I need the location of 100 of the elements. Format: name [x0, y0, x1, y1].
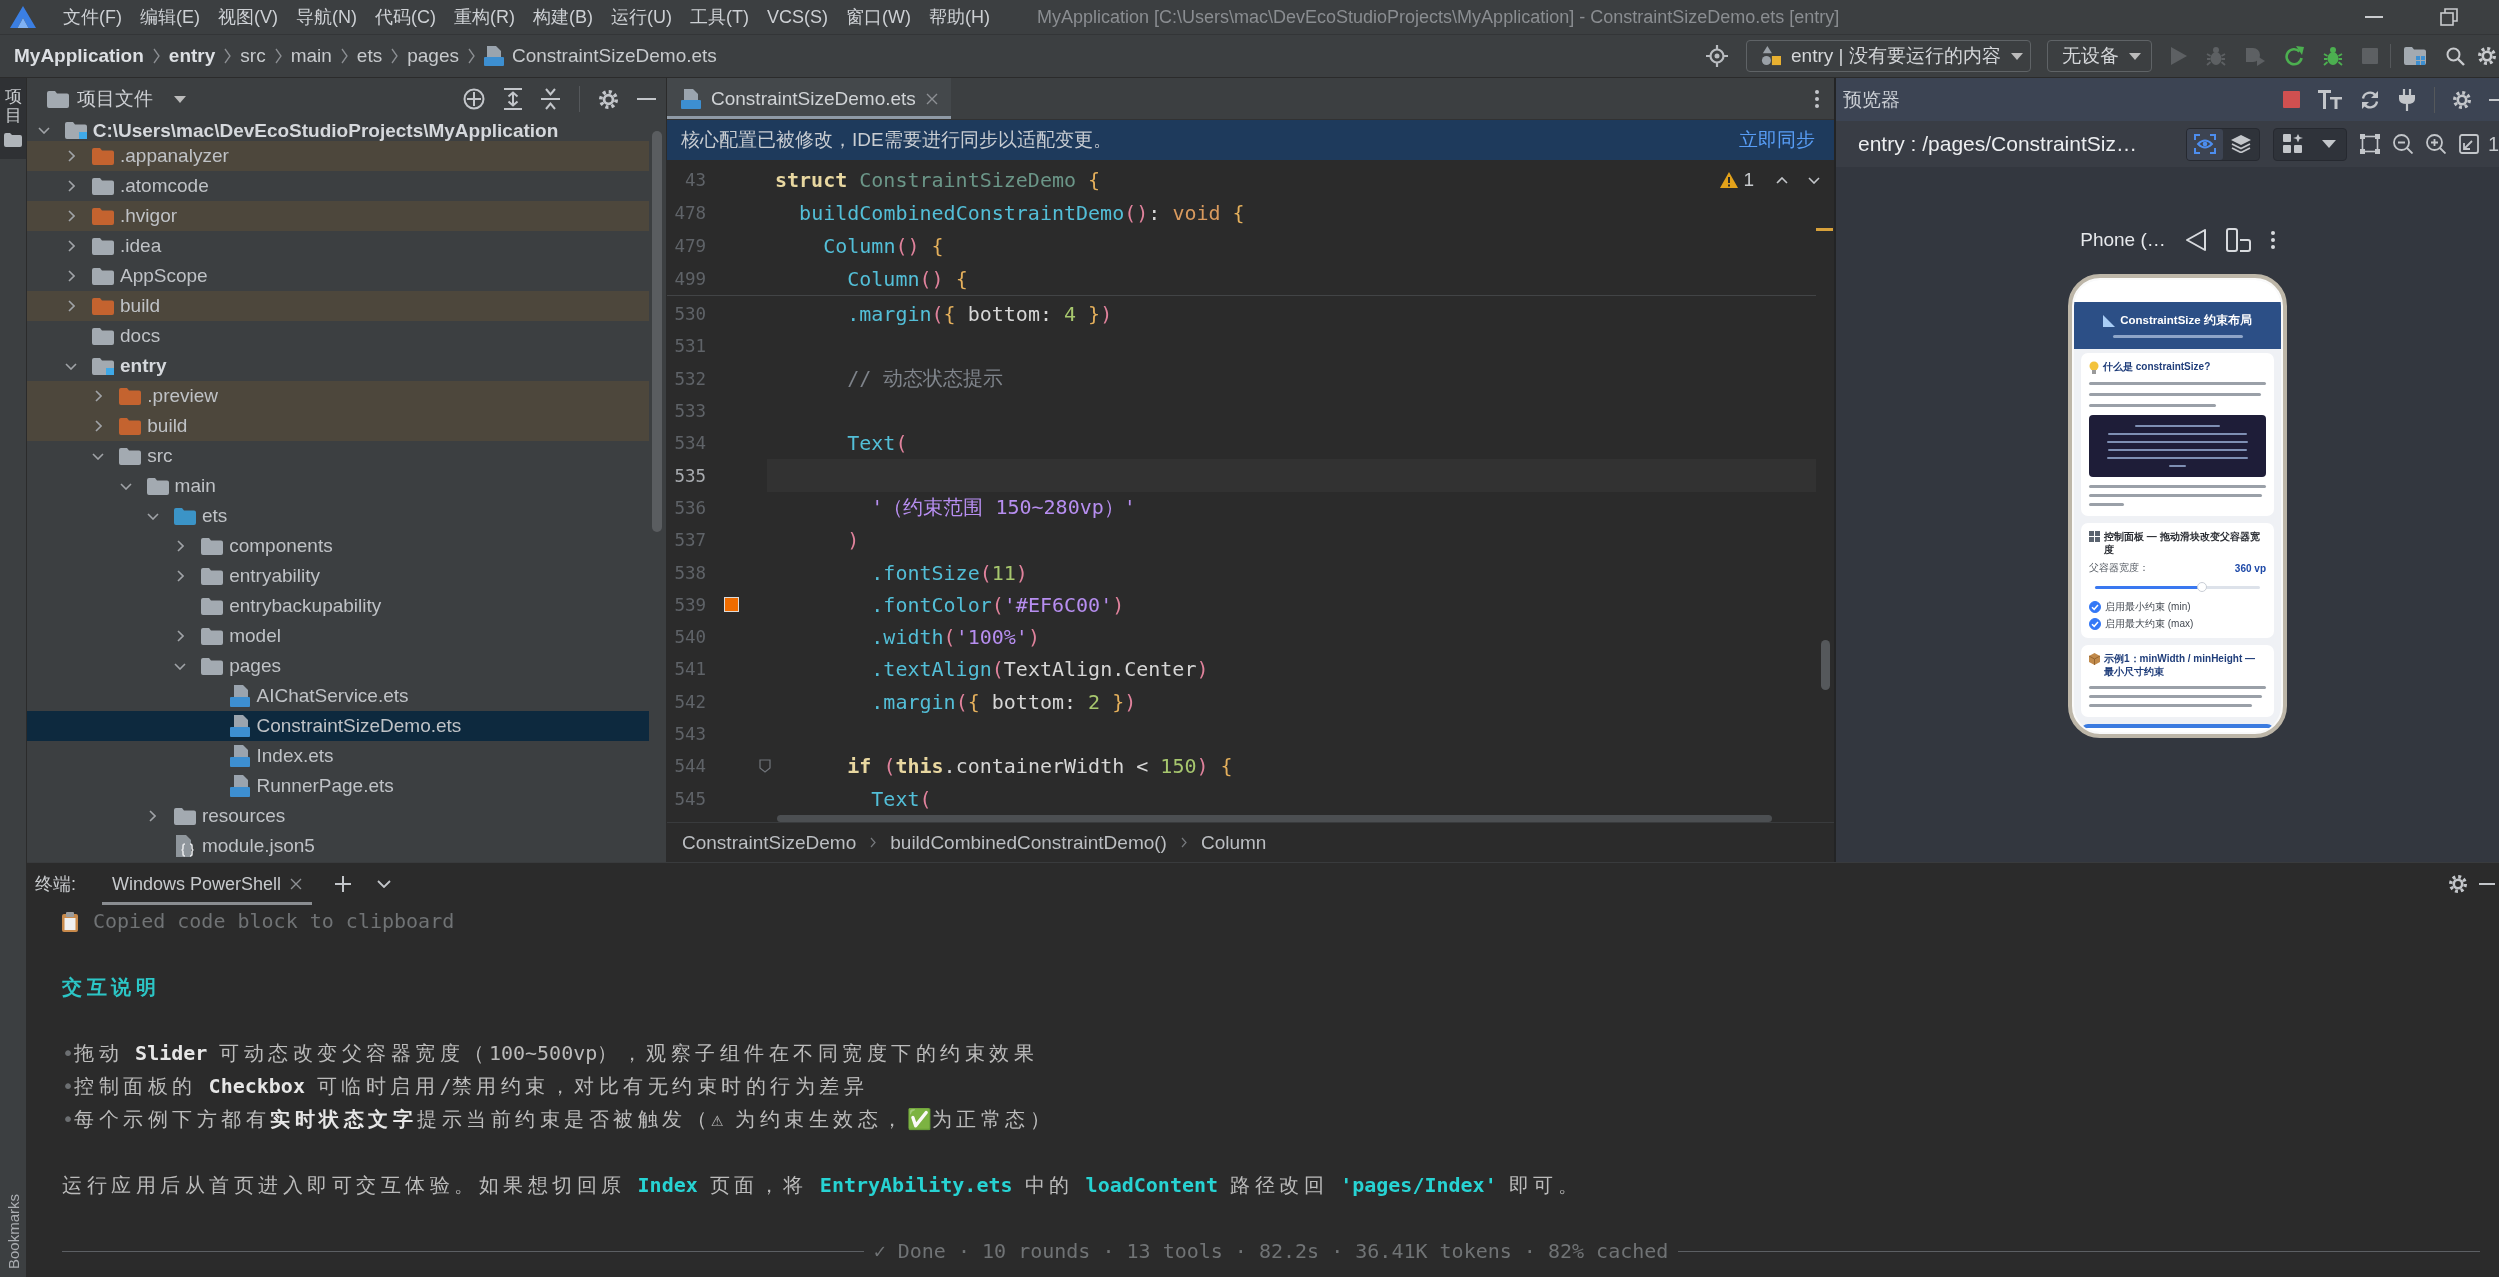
menu-item[interactable]: 视图(V)	[209, 5, 287, 29]
breadcrumb-item[interactable]: ets	[356, 45, 383, 67]
menu-item[interactable]: 构建(B)	[524, 5, 602, 29]
view-dropdown[interactable]: 项目文件	[47, 86, 186, 112]
rotate-device-icon[interactable]	[2225, 228, 2251, 252]
tree-item[interactable]: docs	[27, 321, 649, 351]
bug-icon[interactable]	[2323, 46, 2343, 66]
tree-item[interactable]: .appanalyzer	[27, 141, 649, 171]
tree-item[interactable]: model	[27, 621, 649, 651]
restore-icon[interactable]	[2440, 8, 2458, 26]
menu-item[interactable]: 导航(N)	[287, 5, 366, 29]
scrollbar-thumb[interactable]	[1821, 640, 1830, 690]
menu-item[interactable]: 窗口(W)	[837, 5, 920, 29]
chevron-down-icon[interactable]	[146, 512, 159, 520]
tree-item[interactable]: .hvigor	[27, 201, 649, 231]
menu-item[interactable]: VCS(S)	[757, 6, 837, 28]
add-icon[interactable]	[335, 876, 352, 892]
tool-window-tab[interactable]: Bookmarks	[4, 1193, 22, 1269]
folder-icon[interactable]	[2404, 47, 2426, 65]
problems-button[interactable]: 1	[1720, 169, 1754, 191]
inspector-button[interactable]	[2186, 128, 2223, 160]
expand-all-icon[interactable]	[504, 88, 522, 110]
tree-item[interactable]: build	[27, 291, 649, 321]
minimize-icon[interactable]	[2489, 98, 2499, 101]
slider-thumb[interactable]	[2197, 582, 2208, 592]
tool-window-tab[interactable]: 项目	[0, 78, 26, 160]
chevron-down-icon[interactable]	[1808, 176, 1820, 184]
zoom-out-icon[interactable]	[2392, 134, 2413, 154]
settings-icon[interactable]	[2478, 47, 2496, 65]
tree-item[interactable]: AppScope	[27, 261, 649, 291]
breadcrumb-item[interactable]: MyApplication	[14, 45, 144, 67]
chevron-right-icon[interactable]	[176, 540, 184, 552]
warning-marker-icon[interactable]	[1816, 228, 1833, 231]
text-size-icon[interactable]	[2318, 90, 2342, 109]
chevron-right-icon[interactable]	[176, 630, 184, 642]
breadcrumb-item[interactable]: buildCombinedConstraintDemo()	[890, 831, 1167, 854]
breadcrumb-item[interactable]: ConstraintSizeDemo	[682, 831, 857, 854]
breadcrumb-item[interactable]: src	[240, 45, 266, 67]
tree-item[interactable]: components	[27, 531, 649, 561]
tree-item[interactable]: .idea	[27, 231, 649, 261]
collapse-all-icon[interactable]	[541, 88, 560, 110]
sync-link[interactable]: 立即同步	[1739, 127, 1815, 153]
close-icon[interactable]	[290, 878, 303, 890]
menu-item[interactable]: 工具(T)	[681, 5, 758, 29]
menu-item[interactable]: 代码(C)	[366, 5, 445, 29]
frame-icon[interactable]	[2359, 134, 2380, 154]
chevron-right-icon[interactable]	[67, 210, 75, 222]
chevron-right-icon[interactable]	[94, 420, 102, 432]
scrollbar-thumb[interactable]	[777, 814, 1772, 822]
settings-icon[interactable]	[2453, 90, 2471, 109]
tree-item[interactable]: AIChatService.ets	[27, 681, 649, 711]
crosshair-icon[interactable]	[463, 88, 485, 110]
chevron-down-icon[interactable]	[92, 452, 105, 460]
device-selector[interactable]: Phone (…	[2080, 229, 2166, 251]
chevron-right-icon[interactable]	[67, 240, 75, 252]
chevron-up-icon[interactable]	[1776, 176, 1788, 184]
tree-item[interactable]: entry	[27, 351, 649, 381]
tree-item[interactable]: src	[27, 441, 649, 471]
refresh-icon[interactable]	[2360, 89, 2380, 110]
search-icon[interactable]	[2446, 46, 2465, 66]
tree-item[interactable]: main	[27, 471, 649, 501]
chevron-right-icon[interactable]	[67, 180, 75, 192]
fold-icon[interactable]	[759, 759, 771, 774]
fit-screen-icon[interactable]	[2458, 134, 2479, 154]
more-icon[interactable]	[2270, 231, 2275, 249]
run-config-dropdown[interactable]: entry | 没有要运行的内容	[1746, 40, 2031, 72]
tree-item[interactable]: ConstraintSizeDemo.ets	[27, 711, 649, 741]
tree-item[interactable]: Index.ets	[27, 741, 649, 771]
chevron-right-icon[interactable]	[67, 270, 75, 282]
tree-item[interactable]: .atomcode	[27, 171, 649, 201]
chevron-down-icon[interactable]	[119, 482, 132, 490]
zoom-level[interactable]: 1	[2487, 132, 2499, 156]
tree-item[interactable]: module.json5	[27, 831, 649, 861]
color-swatch-icon[interactable]	[724, 597, 739, 613]
chevron-right-icon[interactable]	[176, 570, 184, 582]
component-dropdown[interactable]	[2272, 127, 2347, 161]
close-icon[interactable]	[925, 92, 938, 105]
chevron-down-icon[interactable]	[174, 662, 187, 670]
zoom-in-icon[interactable]	[2425, 134, 2446, 154]
breadcrumb-item[interactable]: ConstraintSizeDemo.ets	[483, 45, 717, 67]
tree-item[interactable]: pages	[27, 651, 649, 681]
menu-item[interactable]: 编辑(E)	[131, 5, 209, 29]
settings-icon[interactable]	[2449, 875, 2467, 893]
menu-item[interactable]: 文件(F)	[54, 5, 131, 29]
tree-item[interactable]: entryability	[27, 561, 649, 591]
tree-item[interactable]: .preview	[27, 381, 649, 411]
tree-item[interactable]: C:\Users\mac\DevEcoStudioProjects\MyApplication	[27, 120, 649, 141]
tree-item[interactable]: resources	[27, 801, 649, 831]
chevron-right-icon[interactable]	[67, 300, 75, 312]
terminal-tab[interactable]: Windows PowerShell	[102, 863, 313, 905]
breadcrumb-item[interactable]: entry	[168, 45, 216, 67]
device-dropdown[interactable]: 无设备	[2047, 40, 2152, 72]
chevron-right-icon[interactable]	[149, 810, 157, 822]
menu-item[interactable]: 运行(U)	[602, 5, 681, 29]
tree-item[interactable]: build	[27, 411, 649, 441]
menu-item[interactable]: 帮助(H)	[919, 5, 999, 29]
more-icon[interactable]	[1815, 89, 1819, 108]
chevron-right-icon[interactable]	[67, 150, 75, 162]
tree-item[interactable]: ets	[27, 501, 649, 531]
tree-item[interactable]: RunnerPage.ets	[27, 771, 649, 801]
